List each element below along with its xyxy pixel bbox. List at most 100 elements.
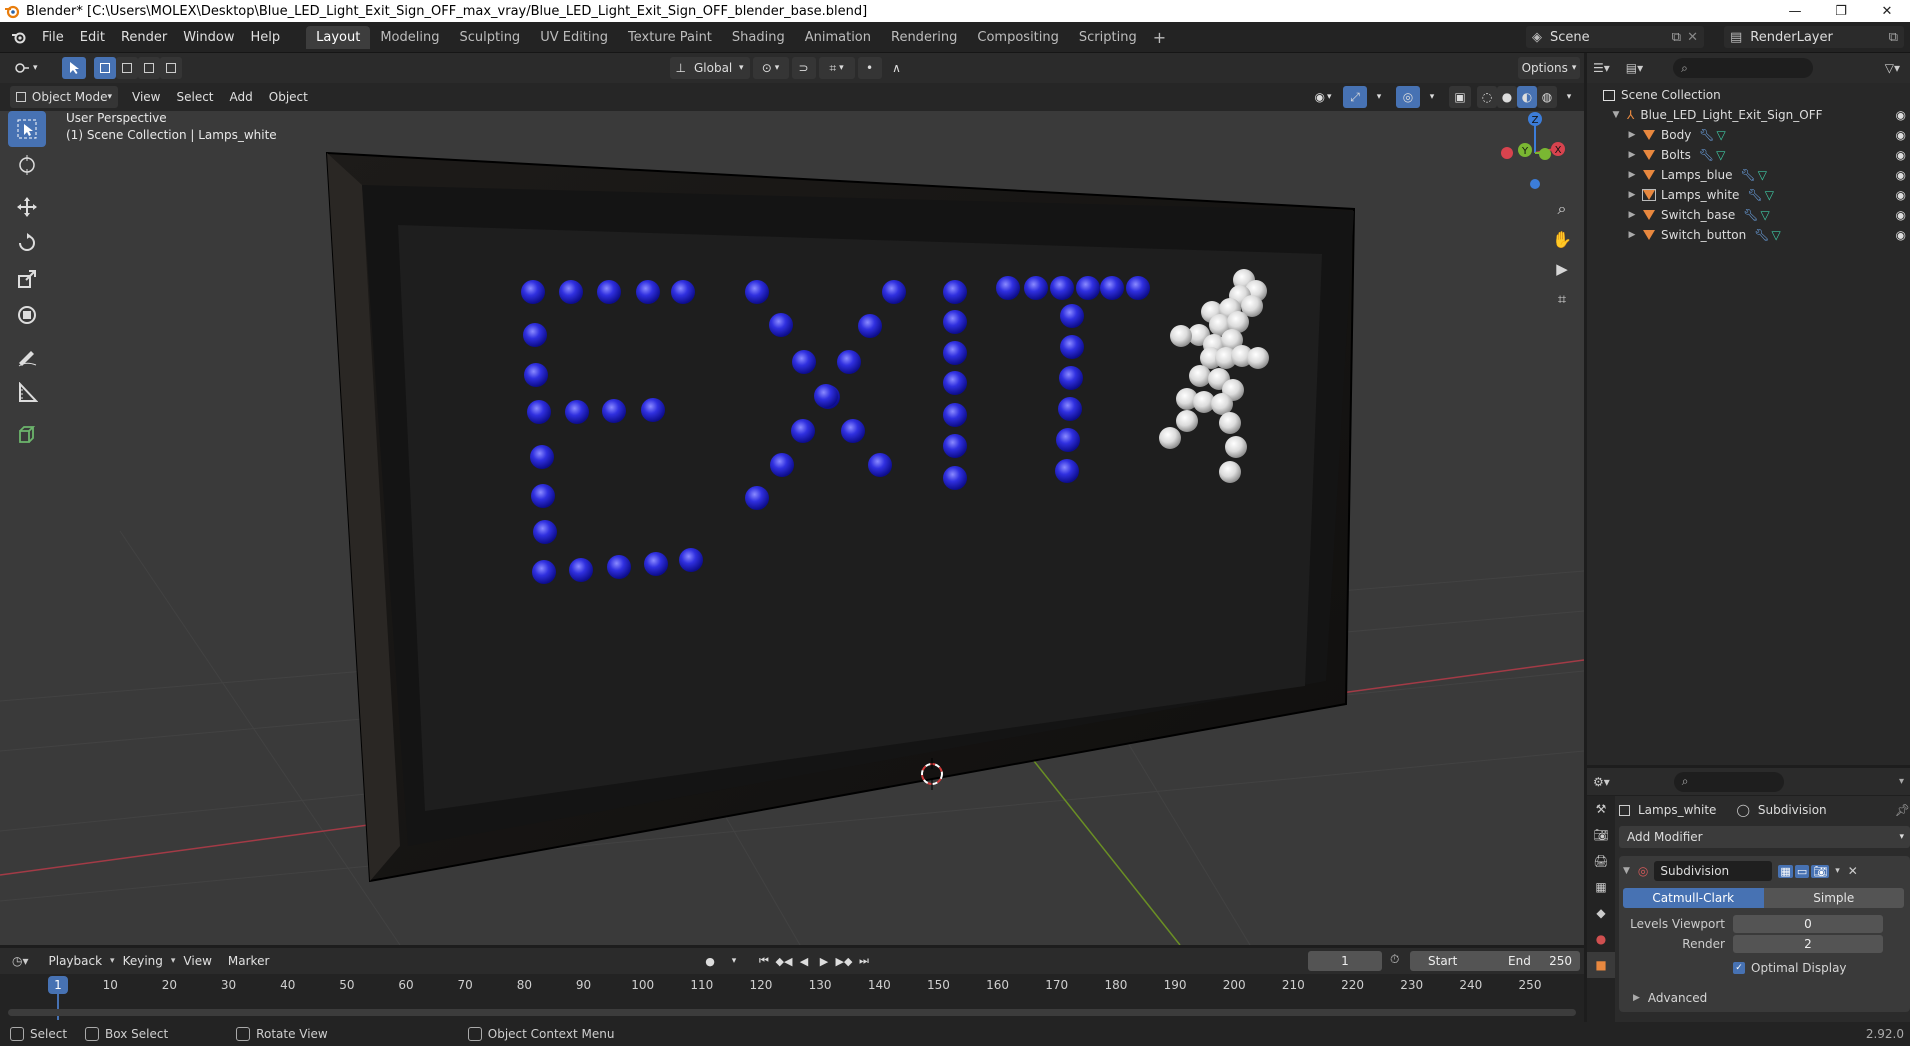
shading-rendered[interactable]: ◍ — [1537, 86, 1557, 108]
stopwatch-icon[interactable]: ⏱ — [1390, 952, 1399, 967]
viewport-menu-view[interactable]: View — [124, 90, 168, 104]
close-button[interactable]: ✕ — [1864, 0, 1910, 22]
jump-end-button[interactable]: ⏭ — [854, 951, 874, 971]
outliner-row-lamps-blue[interactable]: ▶ Lamps_blue 🔧︎ ▽ ◉ — [1587, 165, 1910, 185]
transform-orientation-dropdown[interactable]: ⊥ Global ▾ — [669, 57, 750, 79]
outliner-row-body[interactable]: ▶ Body 🔧︎ ▽ ◉ — [1587, 125, 1910, 145]
expand-arrow-icon[interactable]: ▼ — [1609, 110, 1623, 120]
properties-search-input[interactable]: ⌕ — [1673, 771, 1784, 792]
outliner-row-lamps-white[interactable]: ▶ Lamps_white 🔧︎ ▽ ◉ — [1587, 185, 1910, 205]
tool-rotate[interactable] — [8, 225, 46, 261]
play-reverse-button[interactable]: ◀ — [794, 951, 814, 971]
outliner-row-bolts[interactable]: ▶ Bolts 🔧︎ ▽ ◉ — [1587, 145, 1910, 165]
gizmo-toggle[interactable]: ⤢ — [1343, 86, 1367, 108]
outliner-search-input[interactable]: ⌕ — [1673, 58, 1814, 78]
mode-dropdown[interactable]: Object Mode ▾ — [10, 86, 118, 108]
prev-keyframe-button[interactable]: ◆◀ — [774, 951, 794, 971]
tab-scene[interactable]: ◆ — [1587, 900, 1615, 926]
next-keyframe-button[interactable]: ▶◆ — [834, 951, 854, 971]
close-icon[interactable]: ✕ — [1848, 864, 1858, 878]
viewport-menu-add[interactable]: Add — [222, 90, 261, 104]
3d-viewport[interactable]: User Perspective (1) Scene Collection | … — [0, 111, 1584, 945]
menu-file[interactable]: File — [34, 30, 72, 45]
select-mode-extend[interactable] — [115, 57, 138, 79]
tab-render[interactable]: 📷︎ — [1587, 822, 1615, 848]
minimize-button[interactable]: — — [1772, 0, 1818, 22]
properties-editor-icon[interactable]: ⚙▾ — [1593, 775, 1610, 789]
menu-edit[interactable]: Edit — [72, 30, 113, 45]
outliner-row-switch-button[interactable]: ▶ Switch_button 🔧︎ ▽ ◉ — [1587, 225, 1910, 245]
shading-dropdown[interactable]: ▾ — [1560, 86, 1578, 108]
tool-move[interactable] — [8, 189, 46, 225]
play-button[interactable]: ▶ — [814, 951, 834, 971]
navigation-gizmo[interactable]: Z Y X — [1490, 111, 1570, 191]
add-workspace-button[interactable]: + — [1147, 28, 1172, 47]
tool-transform[interactable] — [8, 297, 46, 333]
filter-icon[interactable]: ▽▾ — [1885, 61, 1900, 75]
tab-modeling[interactable]: Modeling — [370, 26, 449, 49]
blender-menu-icon[interactable] — [4, 29, 34, 45]
tab-animation[interactable]: Animation — [795, 26, 881, 49]
gizmo-dropdown[interactable]: ▾ — [1370, 86, 1388, 108]
overlays-toggle[interactable]: ◎ — [1396, 86, 1420, 108]
select-mode-subtract[interactable] — [137, 57, 160, 79]
jump-start-button[interactable]: ⏮ — [754, 951, 774, 971]
shading-solid[interactable]: ● — [1497, 86, 1517, 108]
timeline-editor[interactable]: 10 20 30 40 50 60 70 80 90 100 110 120 130 140 150 160 1… — [0, 974, 1584, 1022]
add-modifier-dropdown[interactable]: Add Modifier ▾ — [1619, 826, 1910, 848]
tab-texture-paint[interactable]: Texture Paint — [618, 26, 722, 49]
tab-sculpting[interactable]: Sculpting — [449, 26, 530, 49]
outliner-row-switch-base[interactable]: ▶ Switch_base 🔧︎ ▽ ◉ — [1587, 205, 1910, 225]
outliner-row-scene-collection[interactable]: Scene Collection — [1587, 85, 1910, 105]
end-frame-field[interactable]: End 250 — [1500, 951, 1580, 971]
timeline-menu-keying[interactable]: Keying — [115, 954, 171, 968]
eye-icon[interactable]: ◉ — [1896, 168, 1906, 182]
collapse-arrow-icon[interactable]: ▼ — [1623, 866, 1630, 876]
menu-help[interactable]: Help — [243, 30, 289, 45]
catmull-clark-button[interactable]: Catmull-Clark — [1623, 888, 1764, 908]
snap-toggle[interactable]: ⊃ — [791, 57, 816, 79]
ortho-toggle-button[interactable]: ⌗ — [1548, 285, 1576, 313]
tab-output[interactable]: 🖨︎ — [1587, 848, 1615, 874]
viewport-menu-select[interactable]: Select — [168, 90, 221, 104]
tool-add-cube[interactable] — [8, 417, 46, 453]
tab-object[interactable]: ■ — [1587, 952, 1615, 978]
editor-type-button[interactable]: ▾ — [8, 57, 44, 79]
pivot-point-dropdown[interactable]: ⊙ ▾ — [752, 57, 789, 79]
tab-rendering[interactable]: Rendering — [881, 26, 967, 49]
select-tool-toggle[interactable] — [61, 57, 86, 79]
eye-icon[interactable]: ◉ — [1896, 128, 1906, 142]
timeline-menu-playback[interactable]: Playback — [41, 954, 111, 968]
proportional-edit-toggle[interactable]: • — [857, 57, 882, 79]
visibility-dropdown[interactable]: ◉ ▾ — [1306, 86, 1340, 108]
tab-tool[interactable]: ⚒ — [1587, 796, 1615, 822]
camera-view-button[interactable]: ▶ — [1548, 255, 1576, 283]
new-view-layer-icon[interactable]: ⧉ — [1889, 30, 1898, 45]
xray-toggle[interactable]: ▣ — [1449, 86, 1471, 108]
tab-shading[interactable]: Shading — [722, 26, 795, 49]
eye-icon[interactable]: ◉ — [1896, 188, 1906, 202]
new-scene-icon[interactable]: ⧉ — [1672, 30, 1681, 45]
pin-icon[interactable]: 📌︎ — [1895, 803, 1910, 817]
zoom-view-button[interactable]: ⌕ — [1548, 195, 1576, 223]
proportional-falloff-dropdown[interactable]: ∧ — [885, 57, 909, 79]
tool-cursor[interactable] — [8, 147, 46, 183]
display-mode-icon[interactable]: ▤▾ — [1626, 61, 1643, 75]
tab-scripting[interactable]: Scripting — [1069, 26, 1147, 49]
render-toggle-icon[interactable]: 📷︎ — [1811, 864, 1830, 878]
overlays-dropdown[interactable]: ▾ — [1423, 86, 1441, 108]
optimal-display-checkbox[interactable]: ✓ — [1733, 962, 1745, 974]
playhead[interactable]: 1 — [48, 976, 68, 994]
expand-arrow-icon[interactable]: ▶ — [1625, 170, 1639, 180]
viewport-toggle-icon[interactable]: ▭ — [1794, 864, 1810, 878]
modifier-name-input[interactable]: Subdivision — [1654, 861, 1773, 881]
menu-window[interactable]: Window — [175, 30, 242, 45]
record-button[interactable]: ● — [700, 951, 720, 971]
timeline-editor-icon[interactable]: ◷▾ — [12, 954, 29, 968]
snap-target-dropdown[interactable]: ⌗ ▾ — [818, 57, 855, 79]
tool-scale[interactable] — [8, 261, 46, 297]
select-mode-invert[interactable] — [159, 57, 182, 79]
tool-measure[interactable] — [8, 375, 46, 411]
pan-view-button[interactable]: ✋ — [1548, 225, 1576, 253]
timeline-menu-marker[interactable]: Marker — [220, 954, 277, 968]
